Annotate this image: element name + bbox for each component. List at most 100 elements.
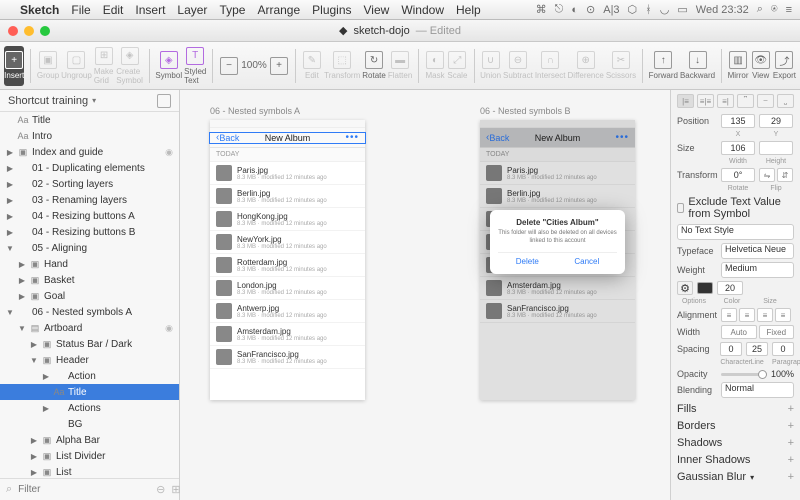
textstyle-select[interactable]: No Text Style xyxy=(677,224,794,240)
blending-select[interactable]: Normal xyxy=(721,382,794,398)
createsymbol-button[interactable]: ◈Create Symbol xyxy=(116,46,143,86)
rotate-input[interactable] xyxy=(721,168,755,182)
transform-button[interactable]: ⬚Transform xyxy=(324,46,360,86)
menu-type[interactable]: Type xyxy=(219,3,245,17)
status-icon[interactable]: ◐ xyxy=(571,4,578,16)
text-align-justify-icon[interactable]: ≡ xyxy=(775,308,791,322)
menu-help[interactable]: Help xyxy=(456,3,481,17)
artboard-label[interactable]: 06 - Nested symbols B xyxy=(480,106,571,116)
typeface-select[interactable]: Helvetica Neue xyxy=(721,243,794,259)
layer-row[interactable]: ▶▣Status Bar / Dark xyxy=(0,336,179,352)
status-icon[interactable]: ⊙ xyxy=(586,3,595,16)
text-align-right-icon[interactable]: ≡ xyxy=(757,308,773,322)
layer-row[interactable]: ▶03 - Renaming layers xyxy=(0,192,179,208)
nav-title-selected[interactable]: New Album xyxy=(210,133,365,143)
layer-row[interactable]: AaIntro xyxy=(0,128,179,144)
layer-row[interactable]: ▶▣Goal xyxy=(0,288,179,304)
width-auto-button[interactable]: Auto xyxy=(721,325,757,339)
makegrid-button[interactable]: ⊞Make Grid xyxy=(94,46,114,86)
borders-section[interactable]: Borders+ xyxy=(677,420,794,432)
width-input[interactable] xyxy=(721,141,755,155)
menu-arrange[interactable]: Arrange xyxy=(257,3,300,17)
menu-insert[interactable]: Insert xyxy=(135,3,165,17)
pages-toggle-icon[interactable] xyxy=(157,94,171,108)
battery-icon[interactable]: ▭ xyxy=(677,3,687,16)
height-input[interactable] xyxy=(759,141,793,155)
layer-row[interactable]: AaTitle xyxy=(0,112,179,128)
line-spacing-input[interactable] xyxy=(746,342,768,356)
text-align-left-icon[interactable]: ≡ xyxy=(721,308,737,322)
zoom-in-button[interactable]: + xyxy=(269,46,289,86)
layer-row[interactable]: ▼05 - Aligning xyxy=(0,240,179,256)
layer-row[interactable]: ▶▣Hand xyxy=(0,256,179,272)
symbol-button[interactable]: ◈Symbol xyxy=(155,46,182,86)
flip-v-icon[interactable]: ⇵ xyxy=(777,168,793,182)
align-center-icon[interactable]: ≡|≡ xyxy=(697,94,714,108)
layer-row[interactable]: ▶▣Basket xyxy=(0,272,179,288)
layer-row[interactable]: ▶02 - Sorting layers xyxy=(0,176,179,192)
dropbox-icon[interactable]: ⬡ xyxy=(628,3,638,16)
align-left-icon[interactable]: |≡ xyxy=(677,94,694,108)
backward-button[interactable]: ↓Backward xyxy=(680,46,715,86)
status-icon[interactable]: ⎋ xyxy=(555,3,564,16)
layer-row[interactable]: ▶01 - Duplicating elements xyxy=(0,160,179,176)
exclude-checkbox[interactable]: Exclude Text Value from Symbol xyxy=(677,196,794,220)
menu-window[interactable]: Window xyxy=(401,3,444,17)
width-fixed-button[interactable]: Fixed xyxy=(759,325,795,339)
union-button[interactable]: ∪Union xyxy=(480,46,501,86)
layer-row[interactable]: ▶04 - Resizing buttons A xyxy=(0,208,179,224)
text-align-center-icon[interactable]: ≡ xyxy=(739,308,755,322)
layer-row[interactable]: ▼▣Header xyxy=(0,352,179,368)
canvas[interactable]: 06 - Nested symbols A ‹ Back New Album •… xyxy=(180,90,670,500)
layer-row[interactable]: ▼06 - Nested symbols A xyxy=(0,304,179,320)
zoom-out-button[interactable]: − xyxy=(219,46,239,86)
clock[interactable]: Wed 23:32 xyxy=(696,4,749,16)
user-icon[interactable]: ⍟ xyxy=(771,3,778,16)
notification-icon[interactable]: ≡ xyxy=(786,4,792,16)
status-icon[interactable]: ⌘ xyxy=(536,3,547,16)
difference-button[interactable]: ⊕Difference xyxy=(568,46,604,86)
filter-clear-icon[interactable]: ⊖ xyxy=(156,483,165,496)
color-swatch[interactable] xyxy=(697,282,713,294)
wifi-icon[interactable]: ◡ xyxy=(660,3,670,16)
align-top-icon[interactable]: ⎴ xyxy=(737,94,754,108)
status-badge[interactable]: A|3 xyxy=(603,4,619,16)
minimize-button[interactable] xyxy=(24,26,34,36)
mirror-button[interactable]: ▥Mirror xyxy=(728,46,749,86)
flip-h-icon[interactable]: ⇋ xyxy=(759,168,775,182)
menu-edit[interactable]: Edit xyxy=(103,3,124,17)
gaussian-section[interactable]: Gaussian Blur▾+ xyxy=(677,471,794,483)
position-x-input[interactable] xyxy=(721,114,755,128)
edit-button[interactable]: ✎Edit xyxy=(302,46,322,86)
fontsize-input[interactable] xyxy=(717,281,743,295)
bluetooth-icon[interactable]: ᚼ xyxy=(645,4,652,16)
shadows-section[interactable]: Shadows+ xyxy=(677,437,794,449)
app-menu[interactable]: Sketch xyxy=(20,3,59,17)
mask-button[interactable]: ◐Mask xyxy=(425,46,445,86)
menu-view[interactable]: View xyxy=(364,3,390,17)
para-spacing-input[interactable] xyxy=(772,342,794,356)
artboard-label[interactable]: 06 - Nested symbols A xyxy=(210,106,300,116)
menu-layer[interactable]: Layer xyxy=(177,3,207,17)
position-y-input[interactable] xyxy=(759,114,793,128)
group-button[interactable]: ▣Group xyxy=(37,46,59,86)
weight-select[interactable]: Medium xyxy=(721,262,794,278)
insert-button[interactable]: +Insert xyxy=(4,46,24,86)
layer-row[interactable]: BG xyxy=(0,416,179,432)
layer-row[interactable]: ▶Action xyxy=(0,368,179,384)
menu-file[interactable]: File xyxy=(71,3,90,17)
layer-row[interactable]: ▶▣Index and guide◉ xyxy=(0,144,179,160)
filter-input[interactable] xyxy=(18,484,150,495)
gear-icon[interactable]: ⚙ xyxy=(677,281,693,295)
flatten-button[interactable]: ▬Flatten xyxy=(388,46,412,86)
styledtext-button[interactable]: TStyled Text xyxy=(184,46,206,86)
layer-row[interactable]: ▼▤Artboard◉ xyxy=(0,320,179,336)
view-button[interactable]: 👁View xyxy=(751,46,771,86)
align-bottom-icon[interactable]: ⎵ xyxy=(777,94,794,108)
menu-plugins[interactable]: Plugins xyxy=(312,3,351,17)
export-button[interactable]: ⤴Export xyxy=(773,46,796,86)
layer-row[interactable]: ▶▣List Divider xyxy=(0,448,179,464)
align-middle-icon[interactable]: ⎯ xyxy=(757,94,774,108)
layer-row[interactable]: AaTitle xyxy=(0,384,179,400)
layer-row[interactable]: ▶Actions xyxy=(0,400,179,416)
